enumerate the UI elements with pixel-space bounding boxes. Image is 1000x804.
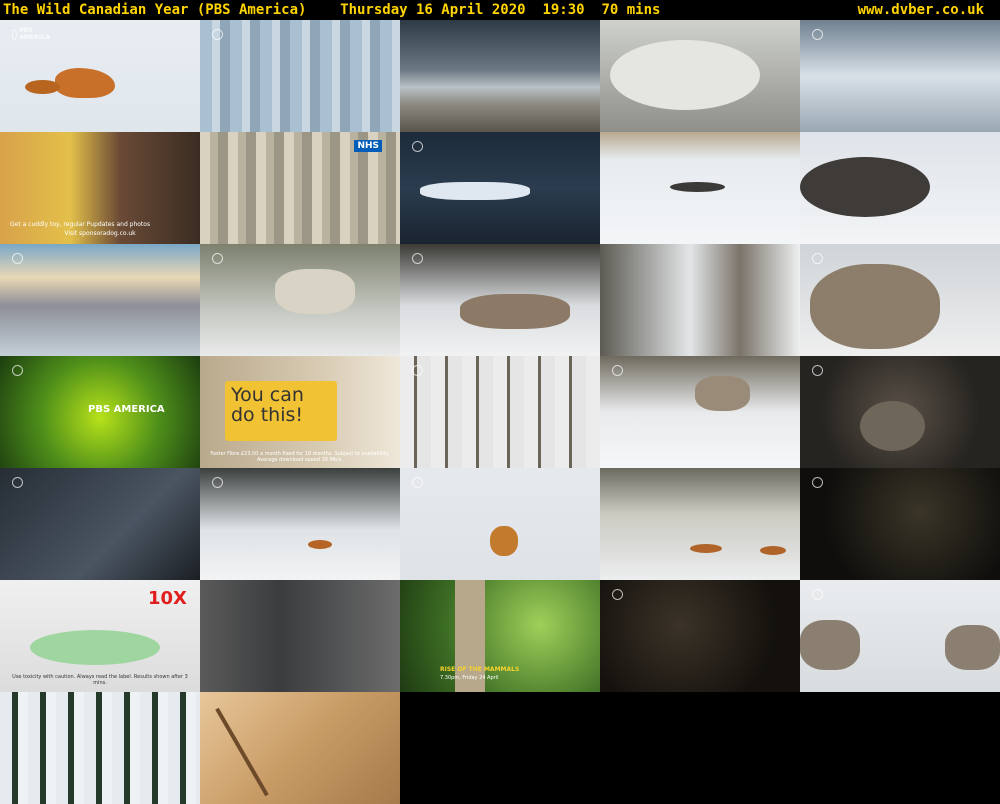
thumbnail-frozen-branches[interactable] — [400, 132, 600, 244]
pbs-watermark — [612, 364, 650, 376]
pbs-watermark — [812, 476, 850, 488]
thumbnail-snow-wave[interactable] — [800, 20, 1000, 132]
thumbnail-tracks-snow[interactable] — [200, 692, 400, 804]
thumbnail-advert-harpic[interactable]: 10X Use toxicity with caution. Always re… — [0, 580, 200, 692]
thumbnail-snowy-pines[interactable] — [0, 692, 200, 804]
thumbnail-mountain-sunrise[interactable] — [0, 244, 200, 356]
thumbnail-lynx-walking[interactable] — [600, 356, 800, 468]
thumbnail-snow-forest[interactable] — [400, 356, 600, 468]
header-bar: The Wild Canadian Year (PBS America) Thu… — [0, 0, 1000, 20]
thumbnail-pbs-ident[interactable]: PBS AMERICA — [0, 356, 200, 468]
promo-title: RISE OF THE MAMMALS — [440, 666, 520, 673]
pbs-watermark: PBS AMERICA — [12, 27, 50, 41]
thumbnail-lynx[interactable] — [800, 244, 1000, 356]
ad-caption-url: Visit sponsoradog.co.uk — [64, 230, 136, 237]
site-link[interactable]: www.dvber.co.uk — [858, 1, 984, 19]
thumbnail-den[interactable] — [800, 356, 1000, 468]
pbs-watermark — [812, 588, 850, 600]
pbs-watermark — [412, 476, 450, 488]
thumbnail-fox-snow[interactable]: PBS AMERICA — [0, 20, 200, 132]
thumbnail-animal-snow[interactable] — [800, 132, 1000, 244]
ad-small-print: Use toxicity with caution. Always read t… — [12, 674, 188, 686]
thumbnail-bat-nest[interactable] — [600, 580, 800, 692]
programme-info: The Wild Canadian Year (PBS America) Thu… — [3, 2, 661, 18]
thumbnail-snowy-trees[interactable] — [600, 244, 800, 356]
thumbnail-dark-snow[interactable] — [0, 468, 200, 580]
thumbnail-wolves[interactable] — [800, 580, 1000, 692]
ad-headline: 10X — [148, 588, 187, 609]
promo-subtitle: 7.30pm, Friday 24 April — [440, 675, 499, 681]
nhs-badge: NHS — [354, 140, 382, 152]
thumbnail-fox-snowfield[interactable] — [400, 468, 600, 580]
thumbnail-advert-dog-charity[interactable]: Get a cuddly toy, regular Pupdates and p… — [0, 132, 200, 244]
empty-slot — [400, 692, 600, 804]
thumbnail-caribou-snow[interactable] — [400, 244, 600, 356]
pbs-watermark — [212, 28, 250, 40]
pbs-watermark — [412, 252, 450, 264]
pbs-watermark — [812, 28, 850, 40]
pbs-watermark — [212, 476, 250, 488]
thumbnail-advert-nhs[interactable]: NHS — [200, 132, 400, 244]
pbs-watermark — [212, 252, 250, 264]
pbs-watermark — [412, 364, 450, 376]
thumbnail-stormy-beach[interactable] — [400, 20, 600, 132]
pbs-watermark — [812, 364, 850, 376]
ad-caption: Get a cuddly toy, regular Pupdates and p… — [10, 221, 151, 228]
thumbnail-advert-shower[interactable] — [200, 580, 400, 692]
pbs-watermark — [412, 140, 450, 152]
pbs-watermark — [12, 364, 50, 376]
fox — [55, 68, 115, 98]
pbs-watermark — [12, 252, 50, 264]
thumbnail-seal[interactable] — [600, 20, 800, 132]
pbs-watermark — [12, 476, 50, 488]
pbs-america-logo: PBS AMERICA — [88, 404, 165, 415]
thumbnail-fox-forest[interactable] — [200, 468, 400, 580]
thumbnail-foxes-bushes[interactable] — [600, 468, 800, 580]
thumbnail-glitch-sky[interactable] — [200, 20, 400, 132]
thumbnail-caribou-forest[interactable] — [200, 244, 400, 356]
thumbnail-dark-scene[interactable] — [800, 468, 1000, 580]
ad-headline: You can do this! — [225, 381, 337, 441]
ad-small-print: Faster Fibre £23.50 a month fixed for 18… — [210, 451, 390, 463]
thumbnail-advert-broadband[interactable]: You can do this! Faster Fibre £23.50 a m… — [200, 356, 400, 468]
empty-slot — [800, 692, 1000, 804]
empty-slot — [600, 692, 800, 804]
pbs-watermark — [612, 588, 650, 600]
thumbnail-rise-of-mammals[interactable]: RISE OF THE MAMMALS 7.30pm, Friday 24 Ap… — [400, 580, 600, 692]
thumbnail-grid: PBS AMERICA Get a cuddly toy, regular Pu… — [0, 20, 1000, 804]
thumbnail-otter-snow[interactable] — [600, 132, 800, 244]
pbs-watermark — [812, 252, 850, 264]
